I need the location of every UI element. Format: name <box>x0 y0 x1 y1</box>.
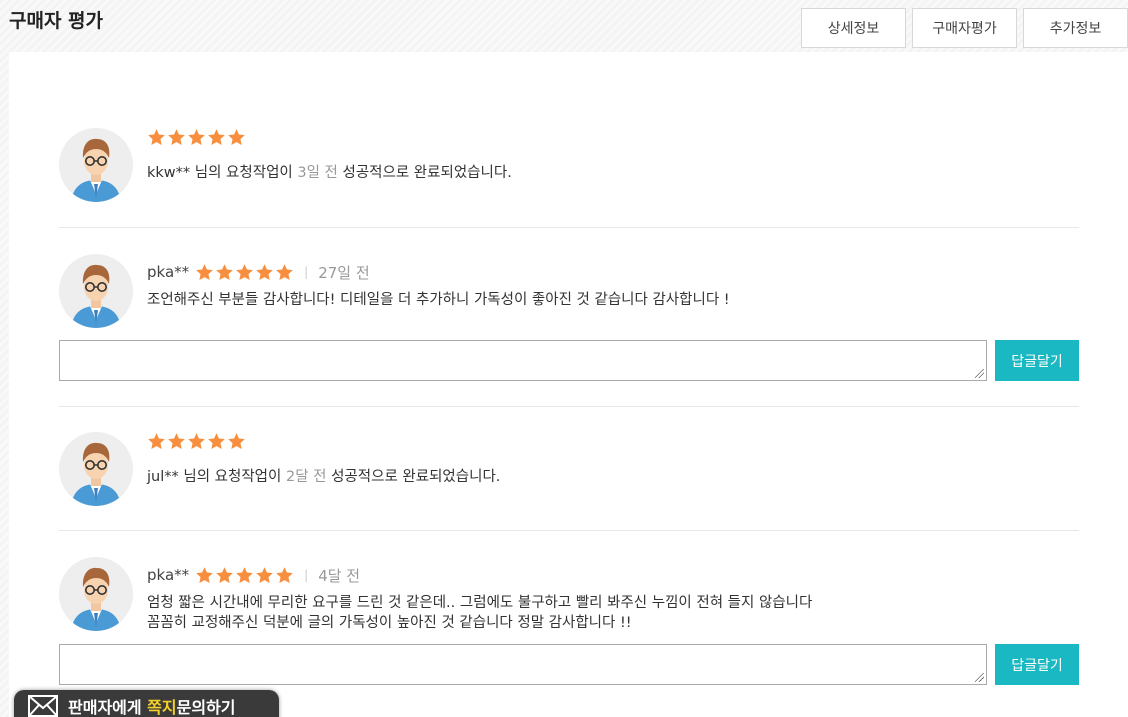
star-icon <box>168 432 185 449</box>
tab-bar: 상세정보 구매자평가 추가정보 <box>801 8 1128 48</box>
avatar <box>59 557 133 631</box>
avatar <box>59 432 133 506</box>
reply-row: 답글달기 <box>59 644 1079 686</box>
tab-details[interactable]: 상세정보 <box>801 8 906 48</box>
star-icon <box>168 128 185 145</box>
review-text: jul** 님의 요청작업이 2달 전 성공적으로 완료되었습니다. <box>147 469 501 485</box>
reply-button[interactable]: 답글달기 <box>995 644 1079 685</box>
star-icon <box>208 128 225 145</box>
mail-icon <box>28 695 58 717</box>
star-icon <box>216 263 233 280</box>
tab-buyer-reviews[interactable]: 구매자평가 <box>912 8 1017 48</box>
page-title: 구매자 평가 <box>9 10 104 32</box>
avatar <box>59 254 133 328</box>
tab-additional-info[interactable]: 추가정보 <box>1023 8 1128 48</box>
resize-grip-icon[interactable] <box>975 369 984 378</box>
avatar <box>59 128 133 202</box>
user-avatar-icon <box>59 432 133 506</box>
separator: | <box>304 265 309 279</box>
review-user: pka** <box>147 263 190 281</box>
message-seller-label: 판매자에게 쪽지문의하기 <box>68 698 236 717</box>
star-icon <box>256 566 273 583</box>
star-rating <box>147 432 246 451</box>
user-avatar-icon <box>59 254 133 328</box>
resize-grip-icon[interactable] <box>975 673 984 682</box>
star-icon <box>188 128 205 145</box>
reply-input[interactable] <box>59 340 987 381</box>
reviews-panel: kkw** 님의 요청작업이 3일 전 성공적으로 완료되었습니다. pka**… <box>9 52 1128 717</box>
review-item: kkw** 님의 요청작업이 3일 전 성공적으로 완료되었습니다. <box>59 52 1079 228</box>
star-icon <box>196 263 213 280</box>
separator: | <box>304 568 309 582</box>
star-rating <box>195 566 294 585</box>
star-icon <box>216 566 233 583</box>
star-icon <box>256 263 273 280</box>
star-rating <box>195 263 294 282</box>
review-text: kkw** 님의 요청작업이 3일 전 성공적으로 완료되었습니다. <box>147 165 512 181</box>
user-avatar-icon <box>59 557 133 631</box>
reply-row: 답글달기 <box>59 340 1079 382</box>
reply-button[interactable]: 답글달기 <box>995 340 1079 381</box>
review-text: 엄청 짧은 시간내에 무리한 요구를 드린 것 같은데.. 그럼에도 불구하고 … <box>147 595 813 611</box>
star-rating <box>147 128 246 147</box>
user-avatar-icon <box>59 128 133 202</box>
review-item: jul** 님의 요청작업이 2달 전 성공적으로 완료되었습니다. <box>59 407 1079 531</box>
review-date: 27일 전 <box>318 263 370 282</box>
star-icon <box>236 263 253 280</box>
review-date: 4달 전 <box>318 566 361 585</box>
star-icon <box>148 128 165 145</box>
star-icon <box>148 432 165 449</box>
review-text: 조언해주신 부분들 감사합니다! 디테일을 더 추가하니 가독성이 좋아진 것 … <box>147 292 730 308</box>
star-icon <box>236 566 253 583</box>
star-icon <box>196 566 213 583</box>
review-user: pka** <box>147 566 190 584</box>
star-icon <box>228 432 245 449</box>
star-icon <box>188 432 205 449</box>
star-icon <box>228 128 245 145</box>
review-item: pka** | 27일 전 조언해주신 부분들 감사합니다! 디테일을 더 추가… <box>59 228 1079 407</box>
review-text: 꼼꼼히 교정해주신 덕분에 글의 가독성이 높아진 것 같습니다 정말 감사합니… <box>147 615 632 631</box>
star-icon <box>276 566 293 583</box>
star-icon <box>208 432 225 449</box>
message-seller-button[interactable]: 판매자에게 쪽지문의하기 <box>14 690 279 717</box>
star-icon <box>276 263 293 280</box>
reply-input[interactable] <box>59 644 987 685</box>
